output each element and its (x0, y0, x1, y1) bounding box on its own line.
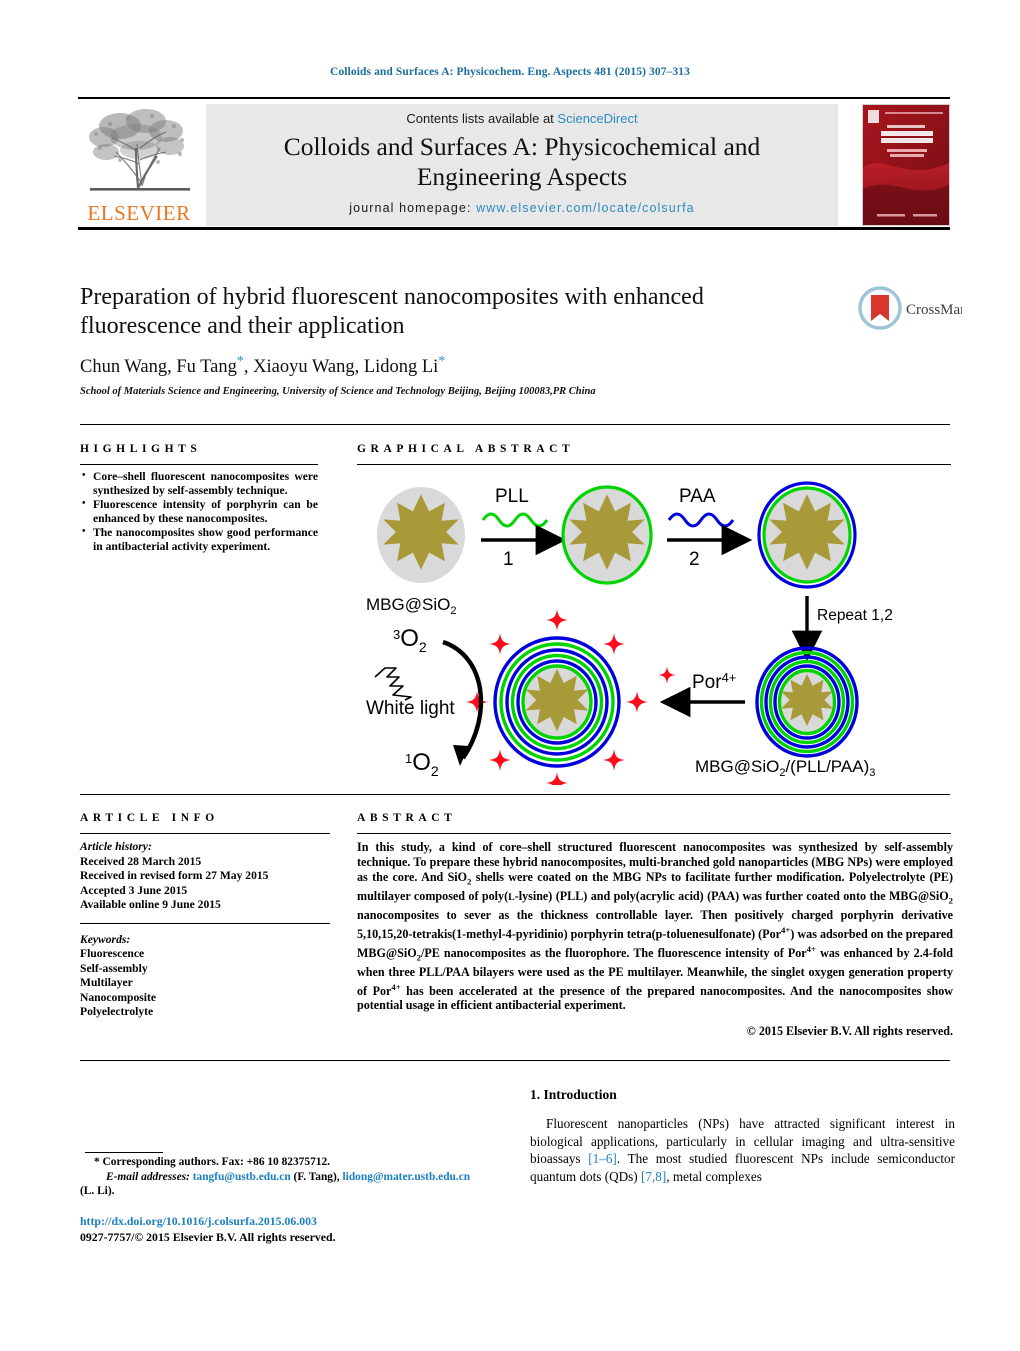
label-porphyrin: Por4+ (692, 670, 736, 693)
pll-polymer-squiggle (481, 512, 549, 528)
crossmark-icon: CrossMark (858, 286, 973, 330)
contents-prefix: Contents lists available at (406, 111, 558, 126)
divider-above-highlights (80, 424, 950, 425)
keyword-item: Multilayer (80, 976, 133, 989)
abstract-section: In this study, a kind of core–shell stru… (357, 840, 953, 1039)
keyword-item: Fluorescence (80, 947, 145, 960)
highlights-heading: HIGHLIGHTS (80, 443, 202, 455)
lightning-bolt-icon (374, 667, 412, 701)
journal-cover-thumbnail (862, 104, 950, 226)
homepage-label: journal homepage: (349, 201, 477, 215)
journal-title-line2: Engineering Aspects (416, 162, 628, 191)
corresponding-marker-2: * (438, 354, 446, 369)
email-link-2[interactable]: lidong@mater.ustb.edu.cn (343, 1171, 471, 1183)
graphical-abstract-heading: GRAPHICAL ABSTRACT (357, 443, 575, 455)
divider-graphical-abstract (357, 464, 951, 465)
article-info-section: Article history: Received 28 March 2015 … (80, 840, 330, 1020)
divider-highlights (80, 464, 318, 465)
doi-section: http://dx.doi.org/10.1016/j.colsurfa.201… (80, 1214, 510, 1245)
keyword-item: Self-assembly (80, 961, 148, 975)
journal-banner: Contents lists available at ScienceDirec… (206, 104, 838, 226)
divider-above-abstract (80, 794, 950, 795)
graphical-abstract-svg: MBG@SiO2 PLL 1 PAA 2 Repeat 1,2 MBG@SiO2… (366, 481, 893, 794)
footnote-rule (85, 1152, 163, 1153)
svg-text:CrossMark: CrossMark (906, 302, 962, 318)
contents-line: Contents lists available at ScienceDirec… (206, 111, 838, 126)
label-mbg-sio2: MBG@SiO2 (366, 595, 456, 617)
divider-below-abstract (80, 1060, 950, 1061)
email-owner-1: (F. Tang), (293, 1170, 340, 1183)
elsevier-wordmark: ELSEVIER (87, 201, 191, 225)
journal-masthead: ELSEVIER Contents lists available at Sci… (78, 97, 950, 230)
article-history-item: Received in revised form 27 May 2015 (80, 869, 269, 882)
article-history-item: Available online 9 June 2015 (80, 898, 221, 911)
keyword-item: Nanocomposite (80, 990, 156, 1004)
article-page: Colloids and Surfaces A: Physicochem. En… (0, 0, 1020, 1351)
particle-pll-coated (561, 485, 653, 585)
label-singlet-oxygen: 1O2 (405, 749, 439, 779)
abstract-heading: ABSTRACT (357, 812, 457, 824)
label-pll: PLL (495, 486, 529, 507)
corresponding-marker-1: * (236, 354, 244, 369)
particle-multilayer (755, 646, 859, 758)
corresponding-authors-note: * Corresponding authors. Fax: +86 10 823… (94, 1156, 331, 1168)
crossmark-badge[interactable]: CrossMark (858, 285, 973, 331)
divider-keywords (80, 922, 330, 924)
introduction-body: Fluorescent nanoparticles (NPs) have att… (530, 1116, 955, 1184)
label-step-1: 1 (503, 549, 514, 570)
article-history-item: Received 28 March 2015 (80, 854, 202, 868)
particle-mbg-sio2 (377, 487, 465, 583)
homepage-url-link[interactable]: www.elsevier.com/locate/colsurfa (476, 201, 695, 215)
abstract-body: In this study, a kind of core–shell stru… (357, 840, 954, 1013)
introduction-heading: 1. Introduction (530, 1087, 617, 1102)
journal-title: Colloids and Surfaces A: Physicochemical… (206, 132, 838, 192)
highlight-item: Fluorescence intensity of porphyrin can … (82, 497, 318, 525)
elsevier-tree-icon (89, 109, 190, 191)
author-list: Chun Wang, Fu Tang*, Xiaoyu Wang, Lidong… (80, 354, 446, 378)
particle-pll-paa-coated (757, 481, 857, 589)
divider-article-info (80, 833, 330, 834)
highlight-item: The nanocomposites show good performance… (82, 525, 318, 553)
email-owner-2: (L. Li). (80, 1185, 115, 1198)
email-link-1[interactable]: tangfu@ustb.edu.cn (193, 1171, 291, 1183)
label-white-light: White light (366, 698, 455, 719)
article-history-item: Accepted 3 June 2015 (80, 883, 188, 897)
journal-homepage-line: journal homepage: www.elsevier.com/locat… (206, 201, 838, 215)
article-info-heading: ARTICLE INFO (80, 812, 219, 824)
sciencedirect-link[interactable]: ScienceDirect (557, 111, 637, 126)
keywords-label: Keywords: (80, 932, 131, 946)
journal-title-line1: Colloids and Surfaces A: Physicochemical… (283, 132, 761, 161)
highlight-item: Core–shell fluorescent nanocomposites we… (82, 469, 318, 497)
highlights-list: Core–shell fluorescent nanocomposites we… (80, 469, 318, 554)
particle-porphyrin-loaded (493, 636, 621, 768)
graphical-abstract-figure: MBG@SiO2 PLL 1 PAA 2 Repeat 1,2 MBG@SiO2… (357, 470, 953, 794)
label-final-particle: MBG@SiO2/(PLL/PAA)3 (695, 757, 875, 779)
running-head: Colloids and Surfaces A: Physicochem. En… (330, 66, 690, 78)
author-affiliation: School of Materials Science and Engineer… (80, 386, 596, 397)
keyword-item: Polyelectrolyte (80, 1005, 154, 1018)
label-repeat: Repeat 1,2 (817, 607, 893, 624)
page-title: Preparation of hybrid fluorescent nanoco… (80, 284, 704, 339)
article-history-label: Article history: (80, 840, 152, 853)
sparkle-icon (658, 666, 676, 684)
highlights-section: Core–shell fluorescent nanocomposites we… (80, 469, 318, 555)
copyright-line: © 2015 Elsevier B.V. All rights reserved… (746, 1024, 953, 1039)
issn-copyright-line: 0927-7757/© 2015 Elsevier B.V. All right… (80, 1229, 336, 1244)
elsevier-logo: ELSEVIER (80, 104, 198, 226)
label-step-2: 2 (689, 549, 700, 570)
divider-abstract (357, 833, 951, 834)
cover-artwork (863, 105, 949, 225)
footnote-section: * Corresponding authors. Fax: +86 10 823… (80, 1155, 500, 1199)
paa-polymer-squiggle (667, 512, 735, 528)
doi-link[interactable]: http://dx.doi.org/10.1016/j.colsurfa.201… (80, 1214, 510, 1230)
email-label: E-mail addresses: (106, 1170, 190, 1183)
label-paa: PAA (679, 486, 716, 507)
label-triplet-oxygen: 3O2 (393, 625, 427, 655)
